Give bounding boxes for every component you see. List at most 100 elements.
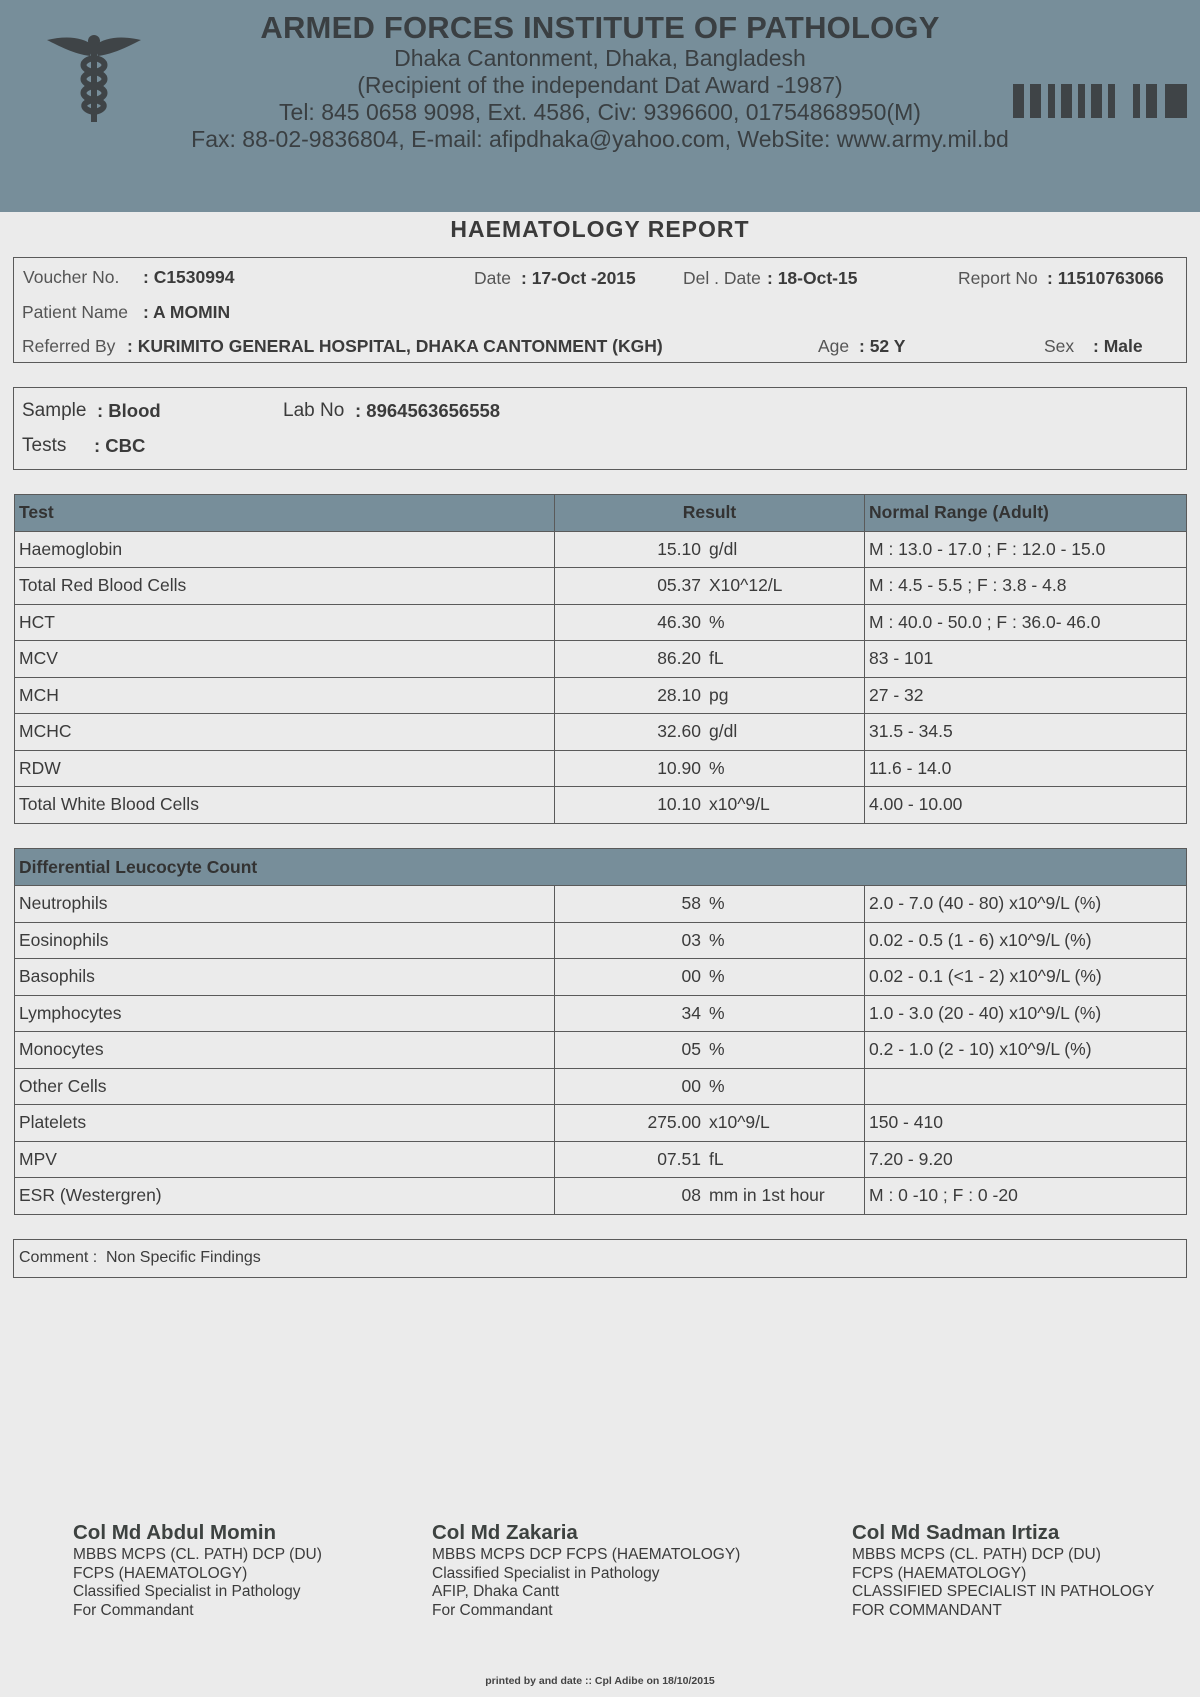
normal-range: 11.6 - 14.0 bbox=[864, 749, 1187, 787]
table-row: MCH 28.10 pg 27 - 32 bbox=[14, 676, 1187, 714]
result-unit: x10^9/L bbox=[709, 794, 770, 815]
age-value: : 52 Y bbox=[859, 336, 906, 356]
result-unit: g/dl bbox=[709, 538, 738, 559]
test-name: HCT bbox=[14, 603, 555, 641]
result-unit: fL bbox=[709, 648, 724, 669]
signatory-name: Col Md Abdul Momin bbox=[73, 1521, 277, 1544]
normal-range: 1.0 - 3.0 (20 - 40) x10^9/L (%) bbox=[863, 994, 1188, 1032]
normal-range: 0.2 - 1.0 (2 - 10) x10^9/L (%) bbox=[863, 1031, 1188, 1069]
table-row: Neutrophils 58% 2.0 - 7.0 (40 - 80) x10^9/… bbox=[14, 885, 1188, 923]
voucher-value: : C1530994 bbox=[143, 267, 235, 287]
date-value: : 17-Oct -2015 bbox=[521, 268, 636, 288]
result-value: 32.60 bbox=[657, 721, 701, 742]
tests-value: : CBC bbox=[94, 435, 146, 456]
normal-range: M : 40.0 - 50.0 ; F : 36.0- 46.0 bbox=[864, 603, 1187, 641]
normal-range: 4.00 - 10.00 bbox=[864, 786, 1187, 824]
report-no-label: Report No bbox=[958, 268, 1038, 288]
result-value: 10.90 bbox=[657, 757, 701, 778]
result-value: 86.20 bbox=[657, 648, 701, 669]
normal-range: 0.02 - 0.5 (1 - 6) x10^9/L (%) bbox=[863, 921, 1188, 959]
del-date-value: : 18-Oct-15 bbox=[767, 268, 858, 288]
normal-range: 0.02 - 0.1 (<1 - 2) x10^9/L (%) bbox=[863, 958, 1188, 996]
test-name: MCV bbox=[14, 640, 555, 678]
result-value: 28.10 bbox=[657, 684, 701, 705]
result-unit: % bbox=[709, 929, 725, 950]
result-cell: 15.10 g/dl bbox=[554, 530, 865, 568]
test-name: Eosinophils bbox=[14, 921, 555, 959]
lab-no-value: : 8964563656558 bbox=[355, 400, 501, 421]
result-value: 58 bbox=[681, 893, 701, 914]
result-cell: 00% bbox=[554, 1067, 865, 1105]
result-cell: 86.20 fL bbox=[554, 640, 865, 678]
test-name: Basophils bbox=[14, 958, 555, 996]
table-row: Other Cells 00% bbox=[14, 1067, 1188, 1105]
referred-by-label: Referred By bbox=[22, 336, 116, 356]
print-footer: printed by and date :: Cpl Adibe on 18/1… bbox=[485, 1675, 715, 1687]
result-value: 05.37 bbox=[657, 575, 701, 596]
test-name: Total Red Blood Cells bbox=[14, 567, 555, 605]
table-header-row: Test Result Normal Range (Adult) bbox=[14, 494, 1187, 532]
signatory-line: For Commandant bbox=[73, 1601, 194, 1619]
test-name: RDW bbox=[14, 749, 555, 787]
table-row: Haemoglobin 15.10 g/dl M : 13.0 - 17.0 ; F … bbox=[14, 530, 1187, 568]
normal-range: 7.20 - 9.20 bbox=[863, 1140, 1188, 1178]
result-cell: 05% bbox=[554, 1031, 865, 1069]
result-value: 46.30 bbox=[657, 611, 701, 632]
signatory-line: MBBS MCPS (CL. PATH) DCP (DU) bbox=[852, 1546, 1101, 1563]
result-value: 05 bbox=[681, 1039, 701, 1060]
result-unit: % bbox=[709, 1002, 725, 1023]
result-cell: 10.10 x10^9/L bbox=[554, 786, 865, 824]
signatory-line: FCPS (HAEMATOLOGY) bbox=[73, 1564, 248, 1582]
normal-range: M : 13.0 - 17.0 ; F : 12.0 - 15.0 bbox=[864, 530, 1187, 568]
patient-info-box: Voucher No. : C1530994 Date : 17-Oct -20… bbox=[13, 257, 1187, 363]
result-unit: mm in 1st hour bbox=[709, 1185, 825, 1206]
result-cell: 275.00 x10^9/L bbox=[554, 1104, 865, 1142]
column-header-result: Result bbox=[554, 494, 865, 532]
dlc-header: Differential Leucocyte Count bbox=[13, 848, 1188, 886]
result-unit: pg bbox=[709, 684, 729, 705]
dlc-header-row: Differential Leucocyte Count bbox=[13, 848, 1188, 886]
normal-range: M : 4.5 - 5.5 ; F : 3.8 - 4.8 bbox=[864, 567, 1187, 605]
column-header-test: Test bbox=[14, 494, 555, 532]
normal-range: 150 - 410 bbox=[863, 1104, 1188, 1142]
test-name: Neutrophils bbox=[14, 885, 555, 923]
result-cell: 00% bbox=[554, 958, 865, 996]
sample-label: Sample bbox=[22, 400, 87, 421]
table-row: MPV 07.51 fL 7.20 - 9.20 bbox=[14, 1140, 1188, 1178]
comment-box: Comment : Non Specific Findings bbox=[13, 1239, 1187, 1278]
sample-info-box: Sample : Blood Lab No : 8964563656558 Te… bbox=[13, 387, 1187, 470]
table-row: Monocytes 05% 0.2 - 1.0 (2 - 10) x10^9/L (… bbox=[14, 1031, 1188, 1069]
date-label: Date bbox=[474, 268, 511, 288]
test-name: MCH bbox=[14, 676, 555, 714]
test-name: Monocytes bbox=[14, 1031, 555, 1069]
institute-contact: Fax: 88-02-9836804, E-mail: afipdhaka@ya… bbox=[191, 126, 1009, 152]
test-name: Other Cells bbox=[14, 1067, 555, 1105]
normal-range: 2.0 - 7.0 (40 - 80) x10^9/L (%) bbox=[863, 885, 1188, 923]
comment-label: Comment : bbox=[19, 1249, 98, 1266]
result-unit: % bbox=[709, 1075, 725, 1096]
normal-range: M : 0 -10 ; F : 0 -20 bbox=[863, 1177, 1188, 1215]
normal-range: 27 - 32 bbox=[864, 676, 1187, 714]
test-name: ESR (Westergren) bbox=[14, 1177, 555, 1215]
voucher-label: Voucher No. bbox=[23, 267, 120, 287]
referred-by-value: : KURIMITO GENERAL HOSPITAL, DHAKA CANTO… bbox=[127, 336, 663, 356]
result-value: 10.10 bbox=[657, 794, 701, 815]
test-name: Total White Blood Cells bbox=[14, 786, 555, 824]
result-value: 275.00 bbox=[647, 1112, 701, 1133]
result-unit: % bbox=[709, 966, 725, 987]
result-unit: x10^9/L bbox=[709, 1112, 770, 1133]
table-row: Basophils 00% 0.02 - 0.1 (<1 - 2) x10^9/L … bbox=[14, 958, 1188, 996]
result-cell: 10.90% bbox=[554, 749, 865, 787]
sex-label: Sex bbox=[1044, 336, 1075, 356]
report-no-value: : 11510763066 bbox=[1047, 268, 1164, 288]
patient-name-value: : A MOMIN bbox=[143, 302, 231, 322]
result-cell: 32.60 g/dl bbox=[554, 713, 865, 751]
signatory-line: MBBS MCPS DCP FCPS (HAEMATOLOGY) bbox=[432, 1546, 741, 1563]
age-label: Age bbox=[818, 336, 850, 356]
result-cell: 46.30% bbox=[554, 603, 865, 641]
signatory-name: Col Md Zakaria bbox=[432, 1521, 578, 1544]
signature-block-2: Col Md Zakaria MBBS MCPS DCP FCPS (HAEMA… bbox=[432, 1520, 740, 1620]
table-row: HCT 46.30% M : 40.0 - 50.0 ; F : 36.0- 46.… bbox=[14, 603, 1187, 641]
sample-value: : Blood bbox=[97, 400, 161, 421]
result-value: 00 bbox=[681, 1075, 701, 1096]
